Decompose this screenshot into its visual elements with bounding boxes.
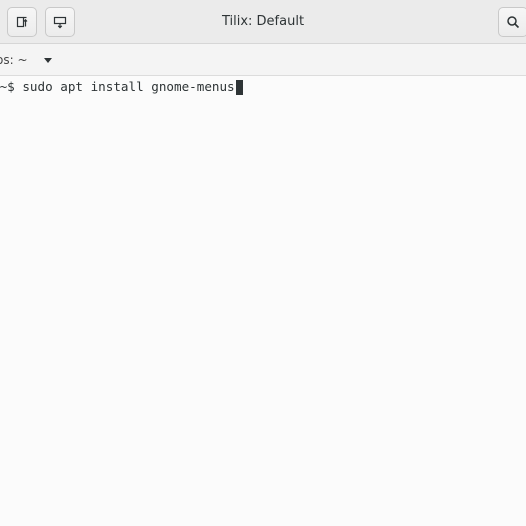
- headerbar: Tilix: Default: [0, 0, 526, 44]
- terminal-area[interactable]: :~$ sudo apt install gnome-menus: [0, 76, 526, 526]
- terminal-title-menu[interactable]: os: ~: [0, 44, 52, 76]
- terminal-command: sudo apt install gnome-menus: [22, 79, 235, 94]
- split-right-button[interactable]: [7, 7, 37, 37]
- search-icon: [506, 15, 520, 29]
- split-down-button[interactable]: [45, 7, 75, 37]
- split-right-icon: [15, 15, 29, 29]
- terminal-line: :~$ sudo apt install gnome-menus: [0, 79, 243, 95]
- terminal-cursor: [235, 79, 243, 95]
- terminal-prompt: :~$: [0, 79, 15, 94]
- tilix-window: Tilix: Default os: ~ :~$ sudo apt instal…: [0, 0, 526, 526]
- terminal-title-label: os: ~: [0, 53, 28, 67]
- terminal-titlebar: os: ~: [0, 44, 526, 76]
- chevron-down-icon: [43, 57, 52, 63]
- window-title: Tilix: Default: [221, 14, 305, 29]
- find-button[interactable]: [498, 7, 526, 37]
- split-down-icon: [53, 15, 67, 29]
